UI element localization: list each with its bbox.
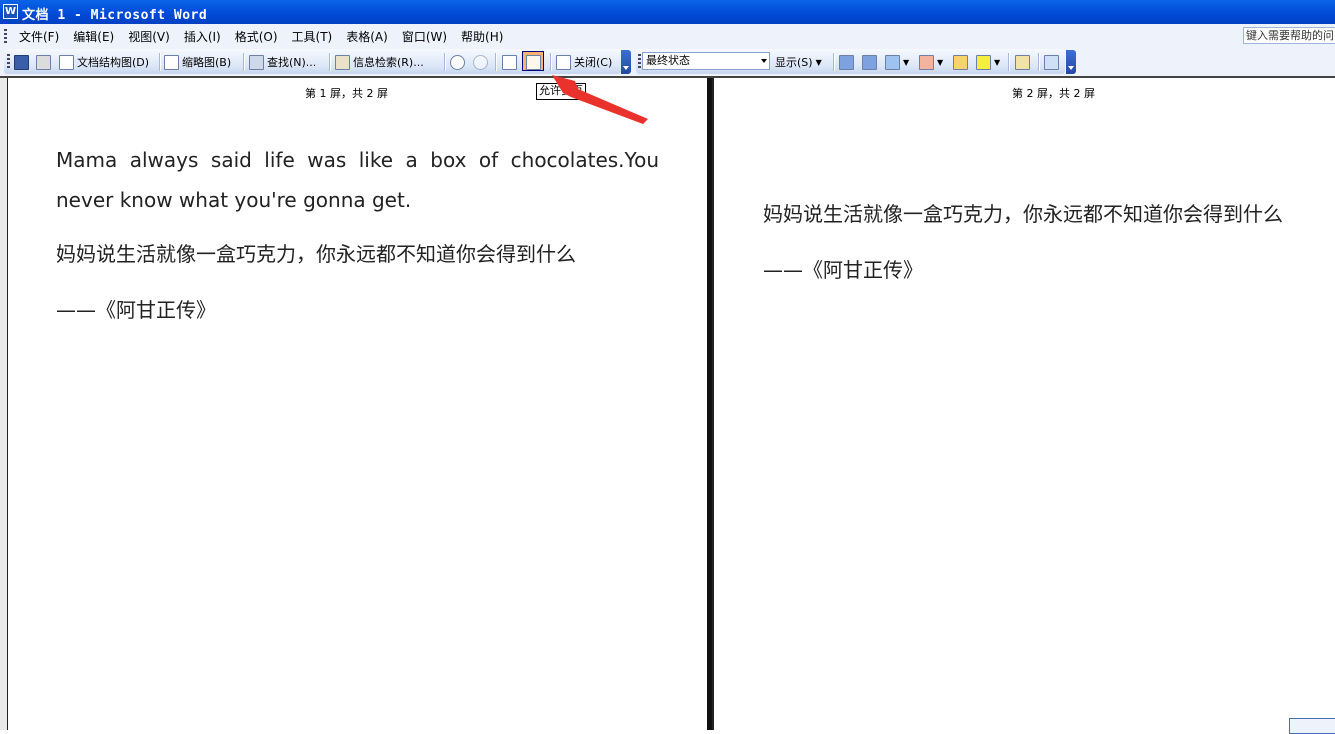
help-search-input[interactable]: 键入需要帮助的问 [1243, 27, 1335, 44]
new-comment-icon [953, 54, 968, 70]
track-changes-icon [1015, 54, 1030, 70]
track-changes-button[interactable] [1015, 52, 1030, 72]
toolbar-separator [495, 53, 497, 71]
research-label: 信息检索(R)... [353, 56, 424, 69]
chevron-down-icon: ▼ [815, 57, 822, 67]
menu-window[interactable]: 窗口(W) [395, 29, 454, 45]
next-change-icon [862, 54, 877, 70]
toolbar-options-chevron[interactable] [621, 50, 631, 74]
highlight-button[interactable]: ▼ [976, 52, 1000, 72]
menu-table[interactable]: 表格(A) [339, 29, 395, 45]
accept-change-button[interactable]: ▼ [885, 52, 909, 72]
toolbar-grip[interactable] [7, 54, 10, 70]
screen-1-label: 第 1 屏，共 2 屏 [305, 87, 388, 100]
menu-view[interactable]: 视图(V) [121, 29, 177, 45]
window-title: 文档 1 - Microsoft Word [22, 8, 208, 23]
show-markup-button[interactable]: 显示(S) ▼ [775, 52, 822, 72]
zoom-in-icon [450, 54, 465, 70]
document-map-button[interactable]: 文档结构图(D) [59, 52, 149, 72]
accept-change-icon [885, 54, 900, 70]
menu-file[interactable]: 文件(F) [12, 29, 66, 45]
zoom-out-icon [473, 54, 488, 70]
reject-change-button[interactable]: ▼ [919, 52, 943, 72]
allow-multiple-pages-tooltip: 允许多页 [536, 83, 586, 100]
reviewing-pane-button[interactable] [1044, 52, 1059, 72]
menu-insert[interactable]: 插入(I) [177, 29, 228, 45]
page-icon [502, 54, 517, 70]
screen-2-label: 第 2 屏，共 2 屏 [1012, 87, 1095, 100]
allow-multiple-pages-icon-wrap[interactable] [526, 52, 541, 72]
thumbnails-button[interactable]: 缩略图(B) [164, 52, 231, 72]
toolbar-separator [243, 53, 245, 71]
close-reading-button[interactable]: 关闭(C) [556, 52, 612, 72]
toolbar-separator [329, 53, 331, 71]
toolbar-separator [1038, 53, 1040, 71]
quote-chinese-screen-2: 妈妈说生活就像一盒巧克力，你永远都不知道你会得到什么 [763, 202, 1283, 226]
toolbar-separator [444, 53, 446, 71]
menu-help[interactable]: 帮助(H) [454, 29, 510, 45]
close-reading-label: 关闭(C) [574, 56, 613, 69]
markup-state-value: 最终状态 [646, 54, 690, 67]
research-icon [335, 54, 350, 70]
save-icon [14, 54, 29, 70]
toolbar-separator [833, 53, 835, 71]
title-bar: W 文档 1 - Microsoft Word [0, 0, 1335, 24]
menu-bar: 文件(F) 编辑(E) 视图(V) 插入(I) 格式(O) 工具(T) 表格(A… [0, 24, 1335, 49]
document-map-label: 文档结构图(D) [77, 56, 150, 69]
highlight-icon [976, 54, 991, 70]
print-button[interactable] [36, 52, 51, 72]
menu-tools[interactable]: 工具(T) [285, 29, 340, 45]
previous-change-button[interactable] [839, 52, 854, 72]
zoom-in-button[interactable] [450, 52, 465, 72]
toolbar-grip-2[interactable] [638, 54, 641, 70]
reading-screen-2[interactable] [712, 78, 1335, 730]
toolbar-options-chevron-2[interactable] [1066, 50, 1076, 74]
actual-page-button[interactable] [502, 52, 517, 72]
reviewing-pane-icon [1044, 54, 1059, 70]
toolbar-separator [550, 53, 552, 71]
print-icon [36, 54, 51, 70]
reject-change-icon [919, 54, 934, 70]
menu-format[interactable]: 格式(O) [228, 29, 285, 45]
research-button[interactable]: 信息检索(R)... [335, 52, 424, 72]
chevron-down-icon: ▼ [937, 57, 944, 67]
word-doc-icon[interactable]: W [3, 4, 18, 19]
new-comment-button[interactable] [953, 52, 968, 72]
find-label: 查找(N)... [267, 56, 317, 69]
chevron-down-icon: ▼ [903, 57, 910, 67]
close-reading-icon [556, 54, 571, 70]
previous-change-icon [839, 54, 854, 70]
toolbar-separator [159, 53, 161, 71]
menu-grip[interactable] [4, 29, 7, 43]
thumbnails-icon [164, 54, 179, 70]
save-button[interactable] [14, 52, 29, 72]
document-map-icon [59, 54, 74, 70]
thumbnails-label: 缩略图(B) [182, 56, 232, 69]
quote-english: Mama always said life was like a box of … [56, 148, 659, 212]
zoom-out-button[interactable] [473, 52, 488, 72]
quote-source-screen-2: ——《阿甘正传》 [763, 258, 923, 282]
quote-source: ——《阿甘正传》 [56, 298, 216, 322]
find-button[interactable]: 查找(N)... [249, 52, 316, 72]
toolbar-separator [1008, 53, 1010, 71]
chevron-down-icon: ▼ [994, 57, 1001, 67]
menu-edit[interactable]: 编辑(E) [66, 29, 121, 45]
quote-chinese: 妈妈说生活就像一盒巧克力，你永远都不知道你会得到什么 [56, 242, 576, 266]
markup-state-select[interactable]: 最终状态 [642, 52, 770, 70]
find-icon [249, 54, 264, 70]
next-change-button[interactable] [862, 52, 877, 72]
show-markup-label: 显示(S) [775, 56, 813, 69]
chevron-down-icon [761, 59, 767, 63]
reading-layout-icon [526, 54, 541, 70]
ime-status-icon[interactable] [1289, 718, 1335, 734]
